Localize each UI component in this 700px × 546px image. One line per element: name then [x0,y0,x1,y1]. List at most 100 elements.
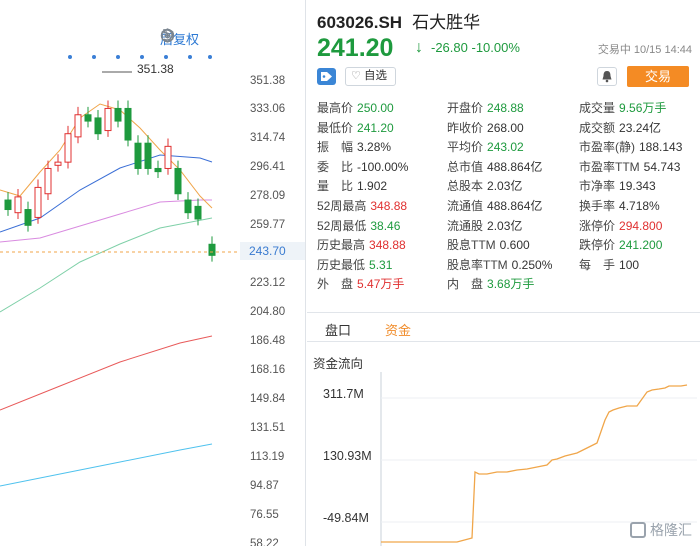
watermark-logo-icon [630,522,646,538]
stat-item: 市净率 19.343 [579,177,656,194]
candlestick [134,142,142,169]
stat-item: 流通股 2.03亿 [447,217,522,234]
period-marker-dot [140,55,144,59]
stats-row: 外 盘 5.47万手 内 盘 3.68万手 [317,275,697,295]
detail-tabs: 盘口 资金 [307,312,700,342]
period-marker-dot [208,55,212,59]
stat-item: 总市值 488.864亿 [447,158,542,175]
price-axis-label: 131.51 [250,422,286,434]
stat-value: 2.03亿 [487,179,523,194]
stock-header: 603026.SH 石大胜华 [317,8,697,33]
stock-code: 603026.SH [317,13,403,32]
price-axis-label: 94.87 [250,480,279,492]
stat-label: 最低价 [317,120,354,135]
stat-value: 54.743 [643,159,681,174]
price-axis-label: 296.41 [250,161,286,173]
trade-status: 交易中 10/15 14:44 [597,44,692,56]
stat-item: 股息TTM 0.600 [447,236,530,253]
undo-icon[interactable] [163,29,226,46]
stat-label: 昨收价 [447,120,484,135]
down-arrow-icon: ↓ [415,39,423,56]
capital-flow-title: 资金流向 [313,357,364,371]
candlestick [174,167,182,195]
stat-value: 23.24亿 [619,120,662,135]
stat-label: 成交量 [579,101,616,115]
stat-label: 换手率 [579,198,616,213]
stat-value: 3.28% [357,140,392,155]
kline-chart-panel[interactable]: 后复权 351.38 351.38 333.06 314.74 296.41 278.0… [0,0,306,546]
stat-item: 最高价 250.00 [317,99,394,116]
stat-label: 成交额 [579,120,616,135]
change-percent: -10.00% [471,40,520,55]
stats-row: 委 比 -100.00% 总市值 488.864亿 市盈率TTM 54.743 [317,158,697,178]
stat-item: 52周最低 38.46 [317,217,400,234]
price-axis-label: 278.09 [250,190,286,202]
stats-row: 52周最高 348.88 流通值 488.864亿 换手率 4.718% [317,197,697,217]
stat-item: 市盈率(静) 188.143 [579,138,682,155]
change-amount: -26.80 [431,40,468,55]
stat-value: 248.88 [487,101,524,115]
candlestick [184,199,192,214]
stats-row: 量 比 1.902 总股本 2.03亿 市净率 19.343 [317,177,697,197]
stat-label: 股息TTM [447,238,496,253]
candlestick [54,161,62,166]
stat-value: 294.800 [619,218,663,233]
stat-label: 市净率 [579,179,616,194]
stat-item: 成交额 23.24亿 [579,119,661,136]
stat-value: 241.200 [619,238,663,253]
stats-row: 历史最高 348.88 股息TTM 0.600 跌停价 241.200 [317,236,697,256]
candlestick [44,167,52,195]
stat-value: 488.864亿 [487,198,543,213]
stat-item: 每 手 100 [579,256,639,273]
alert-bell-button[interactable] [597,67,617,86]
stat-value: 250.00 [357,101,394,115]
price-axis-label: 168.16 [250,364,286,376]
ma-line-cyan [0,443,213,487]
stat-label: 市盈率TTM [579,159,640,174]
stat-value: -100.00% [357,159,409,174]
stats-row: 最低价 241.20 昨收价 268.00 成交额 23.24亿 [317,119,697,139]
candlestick [64,133,72,163]
stats-row: 振 幅 3.28% 平均价 243.02 市盈率(静) 188.143 [317,138,697,158]
price-axis-label: 333.06 [250,103,286,115]
ma-line-red [0,335,213,411]
stats-row: 52周最低 38.46 流通股 2.03亿 涨停价 294.800 [317,217,697,237]
price-axis-label: 113.19 [250,451,285,463]
stat-label: 涨停价 [579,218,616,233]
stat-value: 348.88 [369,238,406,253]
stat-value: 1.902 [357,179,388,194]
price-axis-label: 58.22 [250,538,279,546]
candlestick [104,107,112,132]
trade-button[interactable]: 交易 [627,66,689,87]
candlestick [124,107,132,141]
candlestick [208,243,216,256]
current-price-tag: 243.70 [240,242,305,260]
candlestick [74,114,82,138]
candlestick [114,107,122,122]
tab-order-book[interactable]: 盘口 [325,320,351,339]
stat-label: 外 盘 [317,277,354,292]
tab-capital-flow[interactable]: 资金 [385,320,411,339]
stat-value: 38.46 [370,218,401,233]
stat-item: 委 比 -100.00% [317,158,408,175]
stat-value: 0.250% [511,257,553,272]
period-marker-dot [92,55,96,59]
stat-item: 52周最高 348.88 [317,197,407,214]
tag-icon[interactable] [317,68,336,85]
add-watchlist-button[interactable]: ♡ 自选 [345,67,396,86]
candlestick [34,186,42,218]
candlestick [94,117,102,135]
candlestick [144,142,152,169]
stat-label: 开盘价 [447,101,484,115]
flow-label-mid: 130.93M [323,449,372,463]
stat-label: 总市值 [447,159,484,174]
stat-label: 市盈率(静) [579,140,635,155]
flow-label-low: -49.84M [323,511,369,525]
stat-item: 跌停价 241.200 [579,236,662,253]
bell-icon [602,71,612,83]
period-marker-dot [116,55,120,59]
candlestick [14,196,22,214]
stat-label: 内 盘 [447,277,484,292]
stats-row: 历史最低 5.31 股息率TTM 0.250% 每 手 100 [317,256,697,276]
stat-label: 跌停价 [579,238,616,253]
